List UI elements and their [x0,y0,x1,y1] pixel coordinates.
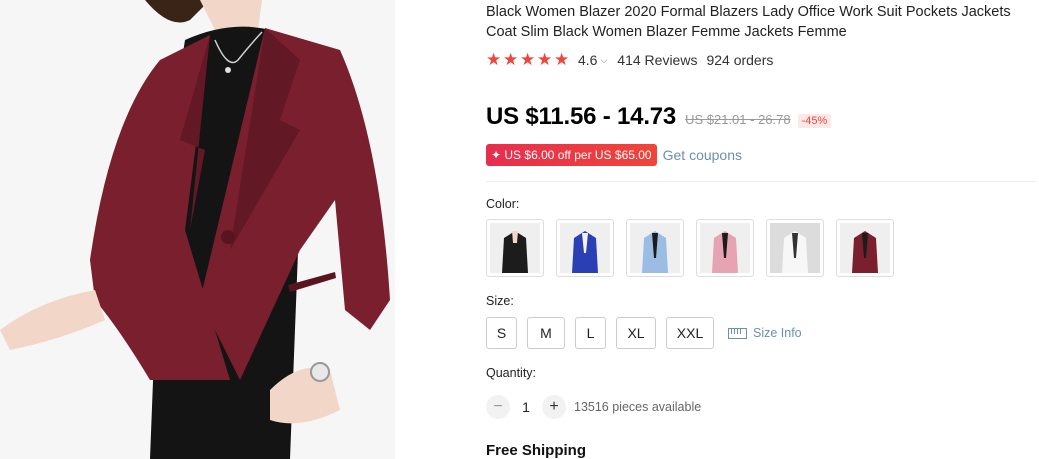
divider [486,181,1036,182]
size-info-label: Size Info [753,326,802,340]
free-shipping-label: Free Shipping [486,442,587,459]
size-option-l[interactable]: L [575,317,606,349]
color-label: Color: [486,197,520,211]
star-icon: ★ [520,50,536,69]
color-option-light-blue[interactable] [626,219,684,277]
product-main-image[interactable] [0,0,395,459]
color-option-white[interactable] [766,219,824,277]
discount-badge: -45% [797,114,832,128]
star-rating: ★ ★ ★ ★ ★ [486,50,570,69]
rating-row: ★ ★ ★ ★ ★ 4.6 ⌵ 414 Reviews 924 orders [486,50,773,70]
blazer-photo [0,0,395,459]
chevron-down-icon[interactable]: ⌵ [600,55,607,66]
size-option-xxl[interactable]: XXL [666,317,714,349]
color-option-burgundy[interactable] [836,219,894,277]
get-coupons-link[interactable]: Get coupons [663,147,742,163]
color-option-black[interactable] [486,219,544,277]
price-row: US $11.56 - 14.73 US $21.01 - 26.78 -45% [486,103,832,131]
quantity-input[interactable]: 1 [510,399,542,415]
color-option-blue[interactable] [556,219,614,277]
original-price: US $21.01 - 26.78 [685,112,791,127]
reviews-link[interactable]: 414 Reviews [617,52,697,68]
star-icon: ★ [537,50,553,69]
size-label: Size: [486,294,514,308]
current-price: US $11.56 - 14.73 [486,103,677,130]
size-option-s[interactable]: S [486,317,517,349]
product-title: Black Women Blazer 2020 Formal Blazers L… [486,4,1011,40]
quantity-decrease-button[interactable]: − [486,395,510,419]
coupon-badge[interactable]: ✦ US $6.00 off per US $65.00 [486,144,657,166]
size-info-link[interactable]: Size Info [728,326,802,340]
quantity-stepper: − 1 + 13516 pieces available [486,395,701,419]
quantity-label: Quantity: [486,366,537,380]
star-icon: ★ [554,50,570,69]
star-icon: ★ [486,50,502,69]
star-icon: ★ [503,50,519,69]
ruler-icon [728,327,747,339]
size-option-m[interactable]: M [527,317,565,349]
color-swatches [486,219,894,277]
pieces-available: 13516 pieces available [574,400,702,414]
rating-value[interactable]: 4.6 [578,52,597,68]
orders-count: 924 orders [706,52,774,68]
size-option-xl[interactable]: XL [616,317,656,349]
quantity-increase-button[interactable]: + [542,395,566,419]
color-option-pink[interactable] [696,219,754,277]
product-info-panel: Black Women Blazer 2020 Formal Blazers L… [486,0,1036,459]
size-options: S M L XL XXL Size Info [486,317,802,349]
coupon-row: ✦ US $6.00 off per US $65.00 Get coupons [486,144,742,166]
